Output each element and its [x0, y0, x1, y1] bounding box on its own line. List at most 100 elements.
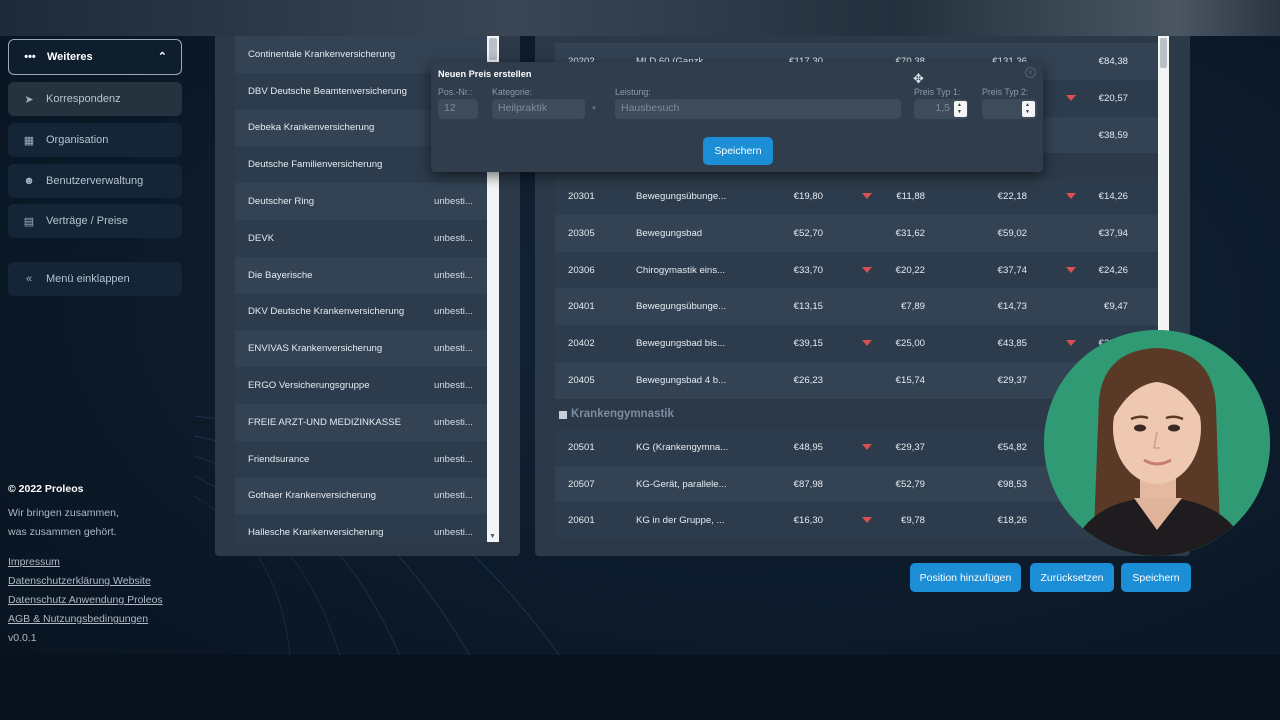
- price-1: €16,30: [793, 515, 823, 527]
- price-1: €33,70: [793, 264, 823, 276]
- insurer-name: ERGO Versicherungsgruppe: [248, 380, 370, 392]
- service-name: Bewegungsübunge...: [636, 191, 727, 202]
- sidebar-item-korrespondenz[interactable]: ➤ Korrespondenz: [8, 82, 182, 116]
- price-decrease-icon: [862, 193, 872, 199]
- price-row[interactable]: 20301 Bewegungsübunge... €19,80 €11,88 €22,1…: [555, 178, 1158, 215]
- link-agb[interactable]: AGB & Nutzungsbedingungen: [8, 613, 148, 625]
- position-number: 20405: [568, 375, 595, 386]
- insurer-status: unbesti...: [434, 380, 473, 392]
- price-1: €87,98: [793, 478, 823, 490]
- price-type-2-stepper[interactable]: ▲ ▼: [1022, 101, 1035, 117]
- insurer-status: unbesti...: [434, 453, 473, 465]
- dialog-title: Neuen Preis erstellen: [438, 69, 532, 79]
- sidebar-item-benutzerverwaltung[interactable]: ☻ Benutzerverwaltung: [8, 164, 182, 198]
- insurer-row[interactable]: ENVIVAS Krankenversicherung unbesti...: [235, 330, 487, 368]
- send-icon: ➤: [24, 93, 34, 106]
- price-1: €13,15: [793, 301, 823, 313]
- scrollbar-thumb[interactable]: [1160, 38, 1167, 68]
- footer-band: [0, 655, 1280, 720]
- position-number: 20501: [568, 441, 595, 453]
- link-datenschutz-anwendung[interactable]: Datenschutz Anwendung Proleos: [8, 594, 163, 606]
- insurer-name: Deutsche Familienversicherung: [248, 159, 383, 171]
- price-row[interactable]: 20305 Bewegungsbad €52,70 €31,62 €59,02 €37,9…: [555, 214, 1158, 252]
- price-row[interactable]: 20306 Chirogymastik eins... €33,70 €20,22 €3…: [555, 251, 1158, 289]
- price-3: €18,26: [997, 515, 1027, 527]
- move-cursor-icon: ✥: [913, 71, 924, 86]
- price-1: €26,23: [793, 375, 823, 386]
- price-3: €37,74: [997, 264, 1027, 276]
- sidebar-item-vertraege-preise[interactable]: ▤ Verträge / Preise: [8, 204, 182, 238]
- sidebar-item-label: Benutzerverwaltung: [46, 175, 144, 187]
- sidebar-item-organisation[interactable]: ▦ Organisation: [8, 123, 182, 157]
- close-icon[interactable]: ×: [1025, 67, 1036, 78]
- link-impressum[interactable]: Impressum: [8, 556, 60, 568]
- price-4: €24,26: [1098, 264, 1128, 276]
- price-3: €98,53: [997, 478, 1027, 490]
- insurer-row[interactable]: Hallesche Krankenversicherung unbesti...: [235, 514, 487, 542]
- top-bar: [0, 0, 1280, 36]
- position-number: 20402: [568, 338, 595, 350]
- price-3: €14,73: [997, 301, 1027, 313]
- sidebar-item-label: Verträge / Preise: [46, 215, 128, 227]
- save-button[interactable]: Speichern: [1121, 563, 1191, 592]
- price-3: €54,82: [997, 441, 1027, 453]
- price-4: €9,47: [1103, 301, 1128, 313]
- version: v0.0.1: [8, 632, 37, 644]
- scroll-down-icon[interactable]: ▼: [489, 533, 496, 540]
- price-2: €11,88: [896, 191, 925, 202]
- dialog-save-button[interactable]: Speichern: [703, 137, 773, 165]
- scrollbar-thumb[interactable]: [489, 38, 497, 60]
- insurer-status: unbesti...: [434, 490, 473, 502]
- price-decrease-icon: [1066, 266, 1076, 273]
- category-select[interactable]: Heilpraktik: [492, 99, 585, 119]
- add-position-button[interactable]: Position hinzufügen: [910, 563, 1021, 592]
- sidebar-item-weiteres[interactable]: ••• Weiteres ⌃: [8, 39, 182, 75]
- group-title: Krankengymnastik: [571, 407, 674, 420]
- chevron-down-icon[interactable]: ▼: [591, 106, 597, 112]
- insurer-name: Hallesche Krankenversicherung: [248, 527, 384, 539]
- insurer-name: Continentale Krankenversicherung: [248, 48, 396, 60]
- chevron-up-icon: ⌃: [157, 51, 167, 63]
- sidebar-item-label: Korrespondenz: [46, 93, 121, 105]
- insurer-row[interactable]: Die Bayerische unbesti...: [235, 256, 487, 294]
- collapse-icon[interactable]: [559, 410, 567, 419]
- position-number: 20301: [568, 191, 595, 202]
- service-input[interactable]: Hausbesuch: [615, 99, 901, 119]
- pos-input[interactable]: 12: [438, 99, 478, 119]
- insurer-name: Debeka Krankenversicherung: [248, 122, 375, 134]
- presenter-avatar: [1044, 330, 1270, 556]
- price-decrease-icon: [1066, 94, 1076, 101]
- price-4: €84,38: [1098, 56, 1128, 67]
- double-chevron-left-icon: «: [25, 273, 33, 285]
- insurer-row[interactable]: DKV Deutsche Krankenversicherung unbesti.…: [235, 293, 487, 331]
- insurer-row[interactable]: FREIE ARZT-UND MEDIZINKASSE unbesti...: [235, 403, 487, 441]
- position-number: 20401: [568, 301, 595, 313]
- price-3: €29,37: [997, 375, 1027, 386]
- insurer-name: DBV Deutsche Beamtenversicherung: [248, 85, 407, 97]
- sidebar-item-label: Menü einklappen: [46, 273, 130, 285]
- price-row[interactable]: 20402 Bewegungsbad bis... €39,15 €25,00 €43,…: [555, 325, 1158, 362]
- reset-button[interactable]: Zurücksetzen: [1030, 563, 1114, 592]
- org-chart-icon: ▦: [23, 134, 35, 147]
- insurer-row[interactable]: Friendsurance unbesti...: [235, 440, 487, 478]
- insurer-row[interactable]: Gothaer Krankenversicherung unbesti...: [235, 477, 487, 515]
- link-datenschutz-website[interactable]: Datenschutzerklärung Website: [8, 575, 151, 587]
- price-decrease-icon: [862, 340, 872, 347]
- tagline-line-2: was zusammen gehört.: [8, 526, 117, 538]
- sidebar: ••• Weiteres ⌃ ➤ Korrespondenz ▦ Organis…: [0, 36, 194, 656]
- insurer-row[interactable]: ERGO Versicherungsgruppe unbesti...: [235, 367, 487, 404]
- price-decrease-icon: [1066, 193, 1076, 199]
- service-name: Bewegungsbad: [636, 227, 703, 239]
- price-type-2-label: Preis Typ 2:: [982, 87, 1029, 97]
- price-type-1-stepper[interactable]: ▲ ▼: [954, 101, 967, 117]
- service-name: Bewegungsbad 4 b...: [636, 375, 727, 386]
- position-number: 20305: [568, 227, 595, 239]
- insurer-row[interactable]: DEVK unbesti...: [235, 219, 487, 257]
- insurer-row[interactable]: Deutscher Ring unbesti...: [235, 183, 487, 220]
- service-label: Leistung:: [615, 87, 651, 97]
- presenter-illustration: [1044, 330, 1270, 556]
- price-2: €9,78: [900, 515, 925, 527]
- price-scrollbar[interactable]: [1158, 36, 1169, 336]
- price-row[interactable]: 20401 Bewegungsübunge... €13,15 €7,89 €14,73…: [555, 288, 1158, 326]
- sidebar-item-menue-einklappen[interactable]: « Menü einklappen: [8, 262, 182, 296]
